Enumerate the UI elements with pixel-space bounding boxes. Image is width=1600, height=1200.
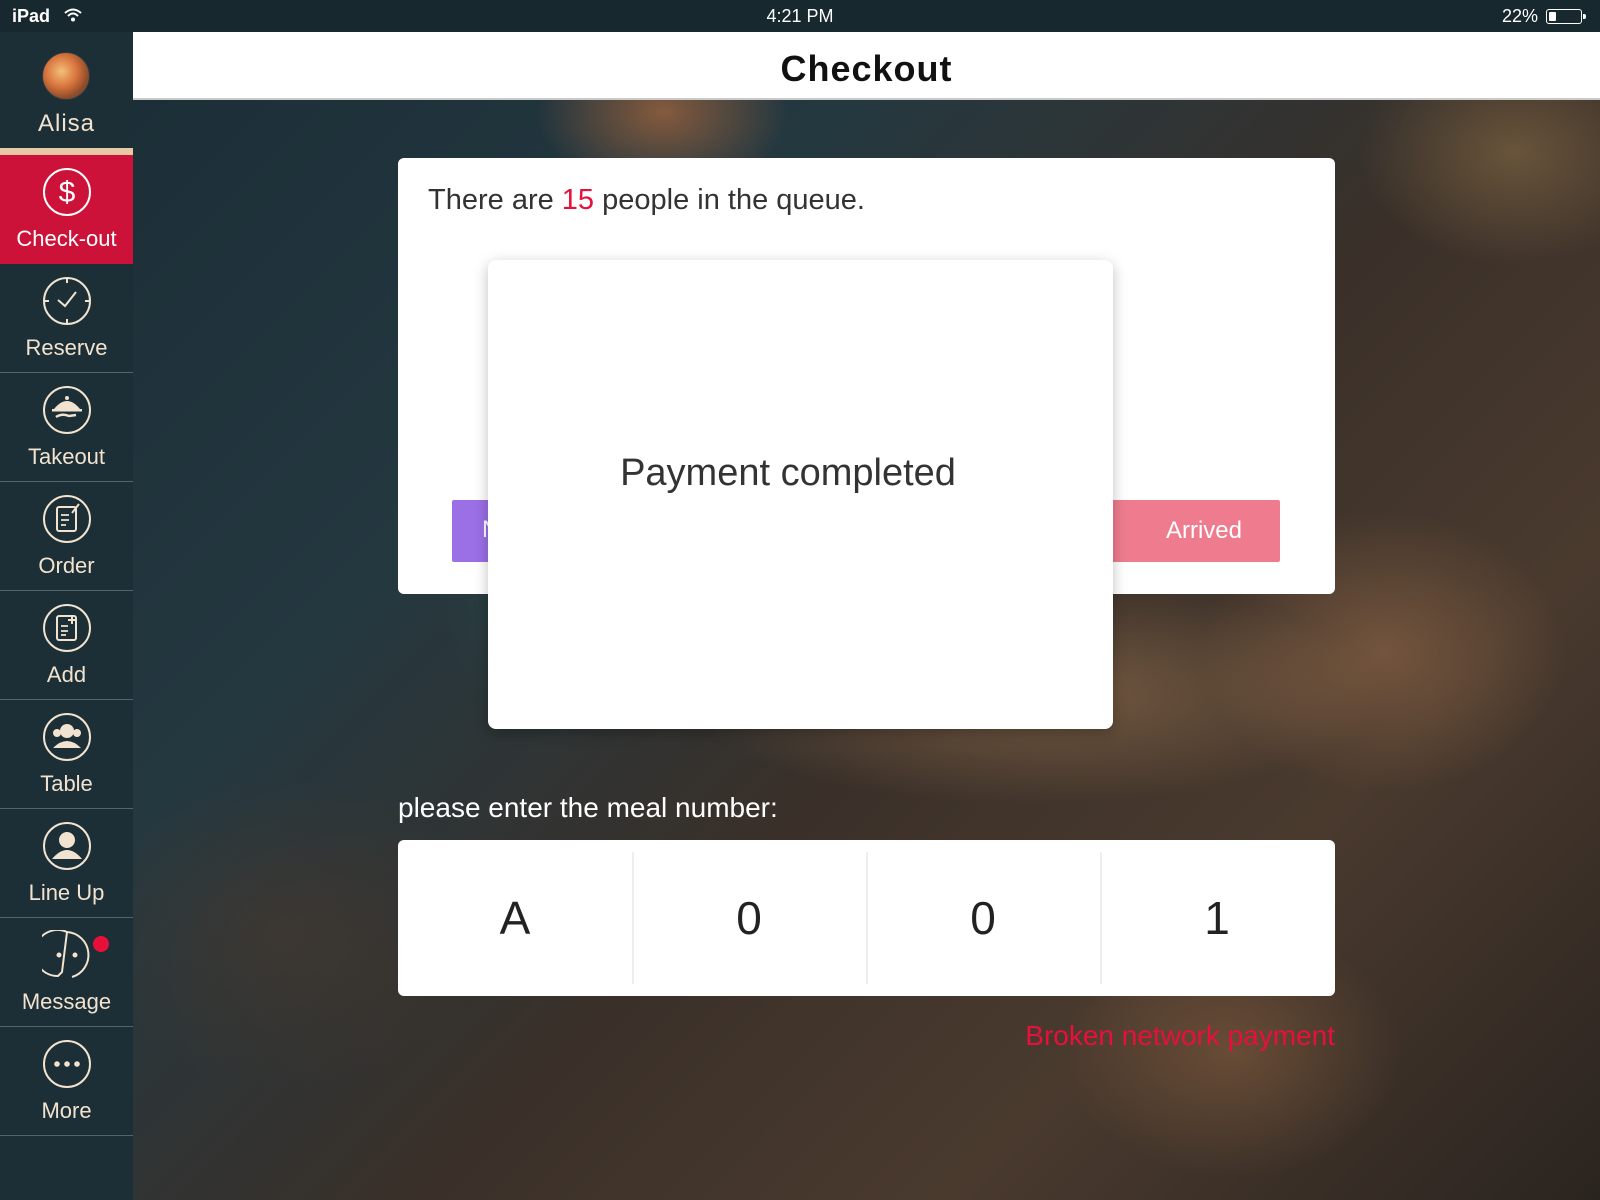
sidebar-item-label: Line Up [28,880,105,905]
meal-digit-4[interactable]: 1 [1100,852,1334,984]
profile-name: Alisa [37,110,96,137]
header: Checkout [133,32,1600,100]
sidebar-item-label: Reserve [25,335,108,360]
meal-number-input[interactable]: A 0 0 1 [398,840,1335,996]
status-time: 4:21 PM [766,6,834,26]
broken-network-payment-link[interactable]: Broken network payment [1005,1020,1335,1052]
payment-completed-dialog[interactable]: Payment completed [488,260,1113,729]
sidebar-item-label: Add [46,662,87,687]
sidebar-item-more[interactable]: More [0,1027,133,1136]
queue-prefix: There are [428,184,562,216]
sidebar-item-message[interactable]: Message [0,918,133,1027]
avatar[interactable] [42,52,90,100]
sidebar-item-label: Check-out [16,226,117,251]
sidebar-item-label: Order [38,553,95,578]
clock-icon [43,277,91,325]
people-icon [43,713,91,761]
meal-number-label: please enter the meal number: [398,792,778,823]
sidebar-item-label: Takeout [27,444,106,469]
more-icon [43,1040,91,1088]
dialog-message: Payment completed [620,452,956,494]
arrived-button[interactable]: Arrived [1098,500,1280,562]
meal-digit-3[interactable]: 0 [866,852,1100,984]
queue-status: There are 15 people in the queue. [428,184,865,217]
sidebar-item-label: Table [40,771,93,796]
sidebar-item-add[interactable]: Add [0,591,133,700]
person-icon [43,822,91,870]
main-content: Checkout There are 15 people in the queu… [133,32,1600,1200]
dollar-icon: $ [43,168,91,216]
battery-level-fill [1549,12,1556,21]
meal-digit-2[interactable]: 0 [632,852,866,984]
profile-divider [0,148,133,155]
sidebar-item-order[interactable]: Order [0,482,133,591]
battery-percent: 22% [1501,6,1538,26]
unread-badge [93,936,109,952]
sidebar-item-line-up[interactable]: Line Up [0,809,133,918]
queue-suffix: people in the queue. [594,184,865,216]
battery-icon [1546,9,1586,24]
svg-text:$: $ [59,176,76,209]
note-icon [43,495,91,543]
cloche-icon [43,386,91,434]
sidebar-item-check-out[interactable]: $ Check-out [0,155,133,264]
arrived-button-label: Arrived [1165,517,1243,544]
add-document-icon [43,604,91,652]
sidebar-item-label: More [41,1098,92,1123]
sidebar-item-label: Message [21,989,112,1014]
queue-count: 15 [561,184,595,216]
page-title: Checkout [780,48,953,89]
sidebar-item-takeout[interactable]: Takeout [0,373,133,482]
profile[interactable]: Alisa [0,32,133,148]
chat-icon [42,930,90,978]
status-bar: iPad 4:21 PM 22% [0,0,1600,32]
sidebar-item-reserve[interactable]: Reserve [0,264,133,373]
sidebar: Alisa $ Check-out Reserve Takeout Order … [0,32,133,1200]
meal-digit-1[interactable]: A [398,852,632,984]
sidebar-item-table[interactable]: Table [0,700,133,809]
